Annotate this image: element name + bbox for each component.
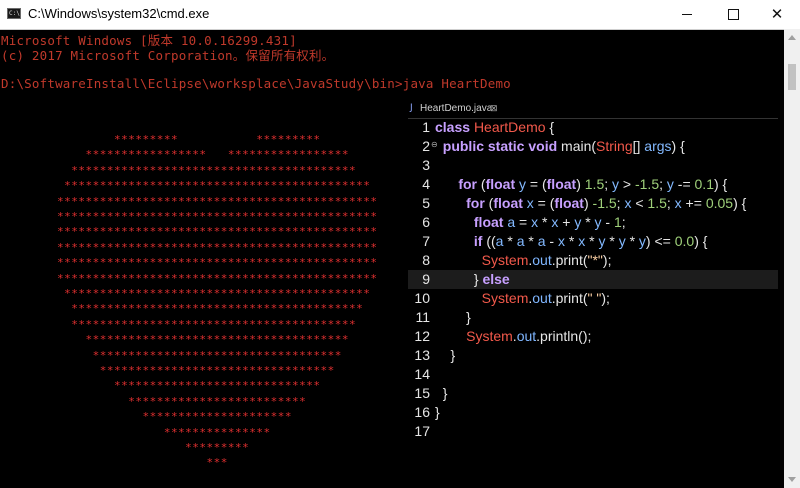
tab-close-icon: ⊠	[490, 103, 498, 113]
code-text: System.out.print("*");	[435, 252, 612, 268]
code-line: 16}	[408, 403, 778, 422]
line-number: 11	[415, 309, 430, 325]
code-line: 11 }	[408, 308, 778, 327]
line-number: 12	[414, 328, 430, 344]
heart-row: ****************************************…	[0, 287, 428, 300]
console-line: (c) 2017 Microsoft Corporation。保留所有权利。	[1, 48, 335, 63]
code-text: System.out.println();	[435, 328, 592, 344]
line-number: 3	[422, 157, 430, 173]
heart-row: ****************************************…	[0, 194, 428, 208]
close-button[interactable]: ✕	[754, 0, 800, 29]
editor-tab: J HeartDemo.java ⊠	[408, 100, 778, 119]
code-text: }	[435, 309, 471, 325]
code-text: }	[435, 404, 440, 420]
heart-row: ****************************************…	[0, 240, 428, 254]
line-number: 10	[414, 290, 430, 306]
heart-row: ****************************************…	[0, 225, 428, 239]
code-line: 7 if ((a * a * a - x * x * y * y * y) <=…	[408, 232, 778, 251]
line-number: 15	[414, 385, 430, 401]
line-number: 5	[422, 195, 430, 211]
line-number: 13	[414, 347, 430, 363]
line-number: 2	[422, 138, 430, 154]
heart-row: ****************************************…	[0, 302, 428, 316]
code-text: } else	[435, 271, 510, 287]
heart-row: ****************************************…	[0, 271, 428, 285]
maximize-icon	[727, 9, 739, 20]
line-number: 8	[422, 252, 430, 268]
code-text: for (float y = (float) 1.5; y > -1.5; y …	[435, 176, 728, 192]
heart-row: ****************************************	[0, 163, 428, 177]
code-text: System.out.print(" ");	[435, 290, 610, 306]
cmd-window: C:\ C:\Windows\system32\cmd.exe ✕ Micros…	[0, 0, 800, 488]
minimize-icon	[682, 14, 692, 15]
code-line: 13 }	[408, 346, 778, 365]
heart-row: *********************	[0, 410, 428, 424]
code-text: float a = x * x + y * y - 1;	[435, 214, 626, 230]
cmd-app-icon: C:\	[7, 8, 21, 19]
heart-row: ***********************************	[0, 348, 428, 362]
minimize-button[interactable]	[664, 0, 710, 29]
heart-row: *************************************	[0, 333, 428, 347]
title-bar[interactable]: C:\ C:\Windows\system32\cmd.exe ✕	[0, 0, 800, 30]
code-line: 10 System.out.print(" ");	[408, 289, 778, 308]
code-line: 2 ⊖ public static void main(String[] args…	[408, 137, 778, 156]
code-text: }	[435, 385, 448, 401]
code-line: 1 class HeartDemo {	[408, 118, 778, 137]
code-line: 12 System.out.println();	[408, 327, 778, 346]
heart-row: *********	[0, 441, 428, 454]
scroll-down-arrow-icon[interactable]	[788, 477, 796, 482]
code-text: public static void main(String[] args) {	[435, 138, 685, 154]
line-number: 14	[414, 366, 430, 382]
line-number: 17	[414, 423, 430, 439]
vertical-scrollbar[interactable]	[784, 29, 800, 488]
code-line: 8 System.out.print("*");	[408, 251, 778, 270]
scroll-thumb[interactable]	[788, 64, 796, 90]
console-prompt-line: D:\SoftwareInstall\Eclipse\worksplace\Ja…	[1, 76, 511, 91]
heart-row: ***	[0, 456, 428, 470]
code-line: 15 }	[408, 384, 778, 403]
heart-row: ****************************************…	[0, 210, 428, 223]
line-number: 6	[422, 214, 430, 230]
heart-row: *********************************	[0, 364, 428, 377]
heart-row: ********* *********	[0, 133, 428, 146]
code-line: 6 float a = x * x + y * y - 1;	[408, 213, 778, 232]
heart-row: *************************	[0, 394, 428, 408]
maximize-button[interactable]	[710, 0, 756, 29]
code-text: if ((a * a * a - x * x * y * y * y) <= 0…	[435, 233, 708, 249]
line-number: 4	[422, 176, 430, 192]
scroll-up-arrow-icon[interactable]	[788, 35, 796, 40]
code-line: 9 } else	[408, 270, 778, 289]
line-number: 7	[422, 233, 430, 249]
heart-row: ****************************************	[0, 317, 428, 331]
code-line: 4 for (float y = (float) 1.5; y > -1.5; …	[408, 175, 778, 194]
heart-row: ***************** *****************	[0, 148, 428, 162]
window-title: C:\Windows\system32\cmd.exe	[28, 6, 210, 21]
java-file-icon: J	[410, 103, 413, 113]
code-text: class HeartDemo {	[435, 119, 555, 135]
code-line: 5 for (float x = (float) -1.5; x < 1.5; …	[408, 194, 778, 213]
embedded-code-editor: J HeartDemo.java ⊠ 1 class HeartDemo { 2 ⊖ …	[408, 100, 778, 450]
editor-tab-label: HeartDemo.java	[420, 103, 493, 114]
close-icon: ✕	[770, 5, 784, 23]
code-line: 3	[408, 156, 778, 175]
line-number: 1	[422, 119, 430, 135]
code-text: }	[435, 347, 456, 363]
line-number: 16	[414, 404, 430, 420]
heart-row: ****************************************…	[0, 179, 428, 193]
code-line: 17	[408, 422, 778, 441]
heart-row: ****************************************…	[0, 256, 428, 270]
line-number: 9	[422, 271, 430, 287]
heart-row: ***************	[0, 425, 428, 439]
code-text: for (float x = (float) -1.5; x < 1.5; x …	[435, 195, 747, 211]
code-line: 14	[408, 365, 778, 384]
heart-output: ********* ********* ***************** **…	[0, 134, 420, 474]
heart-row: *****************************	[0, 379, 428, 393]
